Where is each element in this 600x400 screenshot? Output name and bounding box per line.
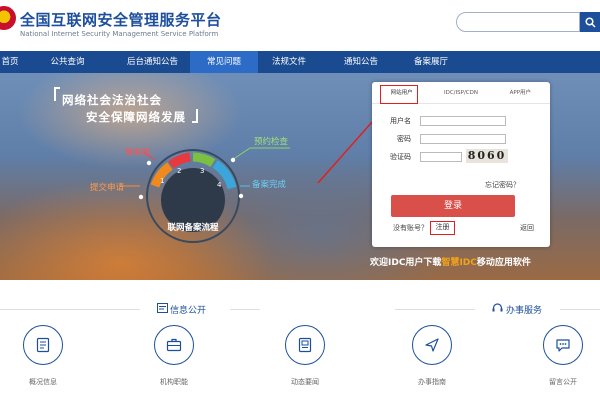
flow-step-done: 备案完成 xyxy=(252,179,287,190)
divider-left xyxy=(0,309,140,310)
return-link[interactable]: 返回 xyxy=(520,223,534,233)
flow-step-schedule: 预约检查 xyxy=(254,136,289,147)
flow-connector-schedule xyxy=(231,147,290,161)
flow-step-number-1: 1 xyxy=(160,177,164,185)
username-field[interactable] xyxy=(420,116,506,126)
flow-step-number-2: 2 xyxy=(177,167,181,175)
message-public-label[interactable]: 留言公开 xyxy=(528,377,598,387)
captcha-label: 验证码 xyxy=(390,153,411,161)
navigation-icon xyxy=(425,338,439,352)
download-text-prefix: 欢迎IDC用户下载 xyxy=(370,258,442,268)
service-guide-label[interactable]: 办事指南 xyxy=(397,377,467,387)
news-label[interactable]: 动态要闻 xyxy=(270,377,340,387)
flow-dot-left xyxy=(138,194,144,200)
login-button[interactable]: 登录 xyxy=(391,195,515,217)
flow-dot-upper-right xyxy=(230,157,236,163)
service-guide-button[interactable] xyxy=(412,325,452,365)
message-public-button[interactable] xyxy=(543,325,583,365)
divider-center-right xyxy=(395,309,475,310)
captcha-image[interactable]: 8060 xyxy=(466,149,508,163)
captcha-field[interactable] xyxy=(420,152,462,162)
flow-arc-red xyxy=(168,152,191,169)
service-title[interactable]: 办事服务 xyxy=(506,303,542,316)
flow-dot-right xyxy=(238,193,244,199)
download-text-suffix: 移动应用软件 xyxy=(476,258,531,268)
tab-app-user[interactable]: APP用户 xyxy=(491,82,550,103)
divider-center-left xyxy=(230,309,260,310)
flow-step-submit: 提交申请 xyxy=(90,182,125,193)
annotation-highlight-tab xyxy=(380,85,418,104)
idc-app-download-banner[interactable]: 欢迎IDC用户下载智慧IDC移动应用软件 xyxy=(370,255,531,268)
register-link[interactable]: 注册 xyxy=(430,221,455,235)
annotation-arrow-banner xyxy=(317,112,381,184)
info-disclosure-icon xyxy=(157,303,168,313)
document-icon xyxy=(36,337,50,353)
flow-step-review: 等审核 xyxy=(125,147,151,158)
news-button[interactable] xyxy=(285,325,325,365)
download-text-highlight: 智慧IDC xyxy=(441,258,477,268)
flow-dot-upper-left xyxy=(146,160,152,166)
username-label: 用户名 xyxy=(390,117,411,125)
forgot-password-link[interactable]: 忘记密码？ xyxy=(485,180,520,190)
flow-center-label: 联网备案流程 xyxy=(167,222,219,233)
news-icon xyxy=(298,337,312,353)
briefcase-icon xyxy=(166,338,182,352)
info-disclosure-title[interactable]: 信息公开 xyxy=(170,303,206,316)
flow-step-number-3: 3 xyxy=(200,167,204,175)
tab-idc-isp-cdn[interactable]: IDC/ISP/CDN xyxy=(431,82,490,103)
flow-step-number-4: 4 xyxy=(217,181,222,189)
overview-info-button[interactable] xyxy=(23,325,63,365)
service-headset-icon xyxy=(492,303,503,312)
chat-icon xyxy=(556,339,570,352)
divider-right xyxy=(560,309,600,310)
flow-arc-green xyxy=(192,152,216,167)
password-field[interactable] xyxy=(420,134,506,144)
org-functions-label[interactable]: 机构职能 xyxy=(139,377,209,387)
password-label: 密码 xyxy=(397,135,411,143)
overview-info-label[interactable]: 概况信息 xyxy=(8,377,78,387)
no-account-text: 没有账号？ xyxy=(393,224,428,232)
org-functions-button[interactable] xyxy=(154,325,194,365)
